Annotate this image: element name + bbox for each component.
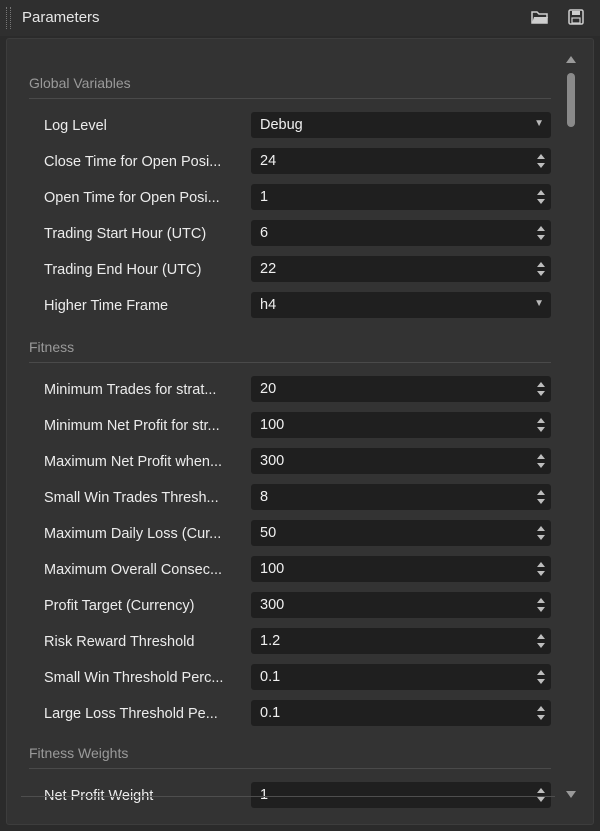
spinner-icon[interactable]	[537, 151, 545, 171]
dropdown-arrow-icon[interactable]: ▼	[534, 298, 544, 309]
param-value: 300	[260, 597, 285, 613]
param-spinner-input[interactable]: 100	[251, 412, 551, 438]
param-label: Higher Time Frame	[44, 298, 169, 314]
param-label: Large Loss Threshold Pe...	[44, 706, 218, 722]
scroll-up-arrow-icon	[566, 56, 576, 63]
param-spinner-input[interactable]: 24	[251, 148, 551, 174]
param-value: 20	[260, 381, 277, 397]
param-value: 24	[260, 153, 277, 169]
window-title: Parameters	[22, 9, 100, 26]
section-divider	[29, 768, 551, 769]
param-spinner-input[interactable]: 1	[251, 782, 551, 808]
param-spinner-input[interactable]: 300	[251, 592, 551, 618]
param-label: Trading End Hour (UTC)	[44, 262, 202, 278]
drag-grip-icon[interactable]	[6, 7, 11, 29]
save-icon[interactable]	[568, 9, 586, 25]
spinner-icon[interactable]	[537, 451, 545, 471]
param-spinner-input[interactable]: 22	[251, 256, 551, 282]
param-dropdown[interactable]: h4 ▼	[251, 292, 551, 318]
param-value: 0.1	[260, 669, 281, 685]
spinner-icon[interactable]	[537, 187, 545, 207]
param-spinner-input[interactable]: 0.1	[251, 664, 551, 690]
spinner-icon[interactable]	[537, 667, 545, 687]
spinner-icon[interactable]	[537, 631, 545, 651]
param-value: 8	[260, 489, 269, 505]
spinner-icon[interactable]	[537, 487, 545, 507]
param-label: Minimum Net Profit for str...	[44, 418, 220, 434]
spinner-icon[interactable]	[537, 379, 545, 399]
spinner-icon[interactable]	[537, 523, 545, 543]
param-spinner-input[interactable]: 1.2	[251, 628, 551, 654]
spinner-icon[interactable]	[537, 415, 545, 435]
spinner-icon[interactable]	[537, 559, 545, 579]
param-spinner-input[interactable]: 6	[251, 220, 551, 246]
section-divider	[29, 362, 551, 363]
param-value: 22	[260, 261, 277, 277]
param-label: Maximum Daily Loss (Cur...	[44, 526, 222, 542]
param-value: Debug	[260, 117, 303, 133]
param-spinner-input[interactable]: 0.1	[251, 700, 551, 726]
param-label: Small Win Threshold Perc...	[44, 670, 224, 686]
param-label: Small Win Trades Thresh...	[44, 490, 219, 506]
param-value: 100	[260, 561, 285, 577]
param-spinner-input[interactable]: 8	[251, 484, 551, 510]
param-value: 0.1	[260, 705, 281, 721]
scrollbar-thumb	[567, 73, 575, 127]
spinner-icon[interactable]	[537, 785, 545, 805]
section-header-fitness: Fitness	[29, 339, 75, 355]
param-label: Risk Reward Threshold	[44, 634, 195, 650]
param-value: 1.2	[260, 633, 281, 649]
spinner-icon[interactable]	[537, 595, 545, 615]
param-dropdown[interactable]: Debug ▼	[251, 112, 551, 138]
param-label: Maximum Overall Consec...	[44, 562, 223, 578]
param-label: Log Level	[44, 118, 107, 134]
param-value: h4	[260, 297, 277, 313]
param-value: 300	[260, 453, 285, 469]
param-label: Profit Target (Currency)	[44, 598, 195, 614]
param-value: 6	[260, 225, 269, 241]
param-label: Trading Start Hour (UTC)	[44, 226, 207, 242]
section-divider	[29, 98, 551, 99]
param-spinner-input[interactable]: 1	[251, 184, 551, 210]
window-titlebar: Parameters	[0, 0, 600, 36]
param-value: 1	[260, 189, 269, 205]
param-label: Open Time for Open Posi...	[44, 190, 220, 206]
dropdown-arrow-icon[interactable]: ▼	[534, 118, 544, 129]
param-spinner-input[interactable]: 50	[251, 520, 551, 546]
param-value: 1	[260, 787, 269, 803]
param-spinner-input[interactable]: 20	[251, 376, 551, 402]
spinner-icon[interactable]	[537, 259, 545, 279]
param-label: Maximum Net Profit when...	[44, 454, 223, 470]
param-spinner-input[interactable]: 100	[251, 556, 551, 582]
horizontal-scrollbar[interactable]	[21, 796, 555, 797]
vertical-scrollbar[interactable]	[563, 49, 579, 809]
folder-open-icon[interactable]	[531, 9, 549, 25]
param-value: 100	[260, 417, 285, 433]
param-label: Close Time for Open Posi...	[44, 154, 222, 170]
param-label: Minimum Trades for strat...	[44, 382, 217, 398]
section-header-global-variables: Global Variables	[29, 75, 131, 91]
section-header-fitness-weights: Fitness Weights	[29, 745, 129, 761]
param-spinner-input[interactable]: 300	[251, 448, 551, 474]
spinner-icon[interactable]	[537, 703, 545, 723]
parameters-panel: Global Variables Fitness Fitness Weights…	[6, 38, 594, 825]
spinner-icon[interactable]	[537, 223, 545, 243]
scroll-down-arrow-icon	[566, 791, 576, 798]
param-value: 50	[260, 525, 277, 541]
